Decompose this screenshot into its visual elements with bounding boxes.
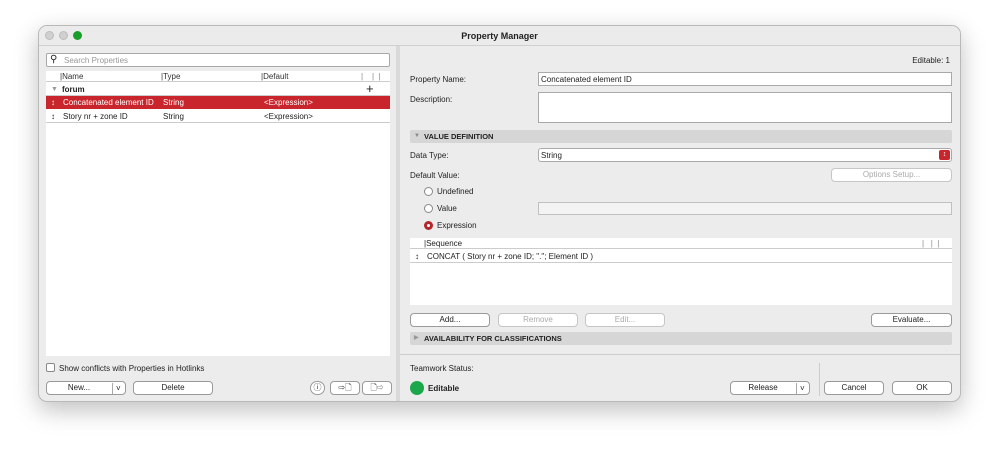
edit-button[interactable]: Edit... — [585, 313, 665, 327]
sequence-row[interactable]: ↕ CONCAT ( Story nr + zone ID; "."; Elem… — [410, 250, 952, 263]
search-input[interactable]: Search Properties — [64, 56, 128, 65]
divider — [400, 354, 960, 355]
select-stepper-icon: ↕ — [939, 150, 950, 160]
status-indicator-icon — [410, 381, 424, 395]
sequence-text: CONCAT ( Story nr + zone ID; "."; Elemen… — [427, 252, 594, 261]
column-type[interactable]: |Type — [161, 71, 180, 82]
sequence-table: |Sequence | | | ↕ CONCAT ( Story nr + zo… — [410, 238, 952, 305]
show-conflicts-checkbox[interactable] — [46, 363, 55, 372]
row-type: String — [163, 98, 184, 107]
radio-undefined[interactable] — [424, 187, 433, 196]
row-default: <Expression> — [264, 112, 313, 121]
chevron-down-icon[interactable]: ˅ — [796, 383, 805, 394]
title-bar: Property Manager — [39, 26, 960, 46]
table-row[interactable]: ↕ Story nr + zone ID String <Expression> — [46, 110, 390, 123]
disclosure-triangle-icon[interactable]: ▶ — [414, 332, 419, 345]
description-label: Description: — [410, 95, 453, 104]
remove-button[interactable]: Remove — [498, 313, 578, 327]
import-icon: ⇨🗋 — [338, 383, 352, 392]
import-button[interactable]: ⇨🗋 — [330, 381, 360, 395]
property-name-label: Property Name: — [410, 75, 467, 84]
sequence-header: |Sequence | | | — [410, 238, 952, 249]
group-label: forum — [62, 85, 85, 94]
value-input[interactable] — [538, 202, 952, 215]
radio-undefined-label: Undefined — [437, 187, 474, 196]
add-button[interactable]: Add... — [410, 313, 490, 327]
data-type-label: Data Type: — [410, 151, 449, 160]
table-row[interactable]: ↕ Concatenated element ID String <Expres… — [46, 96, 390, 109]
teamwork-status-value: Editable — [428, 384, 460, 393]
chevron-down-icon[interactable]: ˅ — [112, 383, 121, 394]
drag-handle-icon[interactable]: ↕ — [51, 110, 55, 123]
row-name: Concatenated element ID — [63, 98, 154, 107]
options-setup-button[interactable]: Options Setup... — [831, 168, 952, 182]
property-list: |Name |Type |Default | | | ▼ forum + ↕ C… — [46, 71, 390, 356]
group-row-forum[interactable]: ▼ forum + — [46, 82, 390, 96]
drag-handle-icon[interactable]: ↕ — [415, 250, 419, 263]
divider — [819, 363, 820, 396]
availability-section[interactable]: ▶ AVAILABILITY FOR CLASSIFICATIONS — [410, 332, 952, 345]
search-field[interactable]: ⚲ Search Properties — [46, 53, 390, 67]
info-button[interactable]: ⓘ — [310, 381, 325, 395]
radio-expression[interactable] — [424, 221, 433, 230]
delete-button[interactable]: Delete — [133, 381, 213, 395]
property-name-input[interactable]: Concatenated element ID — [538, 72, 952, 86]
column-name[interactable]: |Name — [60, 71, 83, 82]
window-title: Property Manager — [461, 31, 538, 41]
release-button[interactable]: Release ˅ — [730, 381, 810, 395]
value-definition-section[interactable]: ▼ VALUE DEFINITION — [410, 130, 952, 143]
editable-count: Editable: 1 — [912, 56, 950, 65]
drag-handle-icon[interactable]: ↕ — [51, 96, 55, 109]
cancel-button[interactable]: Cancel — [824, 381, 884, 395]
add-icon[interactable]: + — [366, 82, 374, 95]
export-icon: 🗋⇨ — [370, 383, 384, 392]
search-icon: ⚲ — [50, 54, 58, 65]
list-header: |Name |Type |Default | | | — [46, 71, 390, 82]
show-conflicts-label: Show conflicts with Properties in Hotlin… — [59, 364, 205, 373]
radio-expression-label: Expression — [437, 221, 477, 230]
export-button[interactable]: 🗋⇨ — [362, 381, 392, 395]
row-type: String — [163, 112, 184, 121]
column-default[interactable]: |Default — [261, 71, 288, 82]
column-sequence[interactable]: |Sequence — [424, 238, 462, 249]
description-textarea[interactable] — [538, 92, 952, 123]
evaluate-button[interactable]: Evaluate... — [871, 313, 952, 327]
split-divider[interactable] — [396, 46, 400, 401]
default-value-label: Default Value: — [410, 171, 460, 180]
row-default: <Expression> — [264, 98, 313, 107]
radio-value[interactable] — [424, 204, 433, 213]
row-name: Story nr + zone ID — [63, 112, 128, 121]
new-button[interactable]: New... ˅ — [46, 381, 126, 395]
property-manager-window: Property Manager ⚲ Search Properties |Na… — [38, 25, 961, 402]
data-type-select[interactable]: String ↕ — [538, 148, 952, 162]
teamwork-status-label: Teamwork Status: — [410, 364, 474, 373]
disclosure-triangle-icon[interactable]: ▼ — [51, 83, 58, 96]
disclosure-triangle-icon[interactable]: ▼ — [414, 130, 420, 143]
radio-value-label: Value — [437, 204, 457, 213]
ok-button[interactable]: OK — [892, 381, 952, 395]
